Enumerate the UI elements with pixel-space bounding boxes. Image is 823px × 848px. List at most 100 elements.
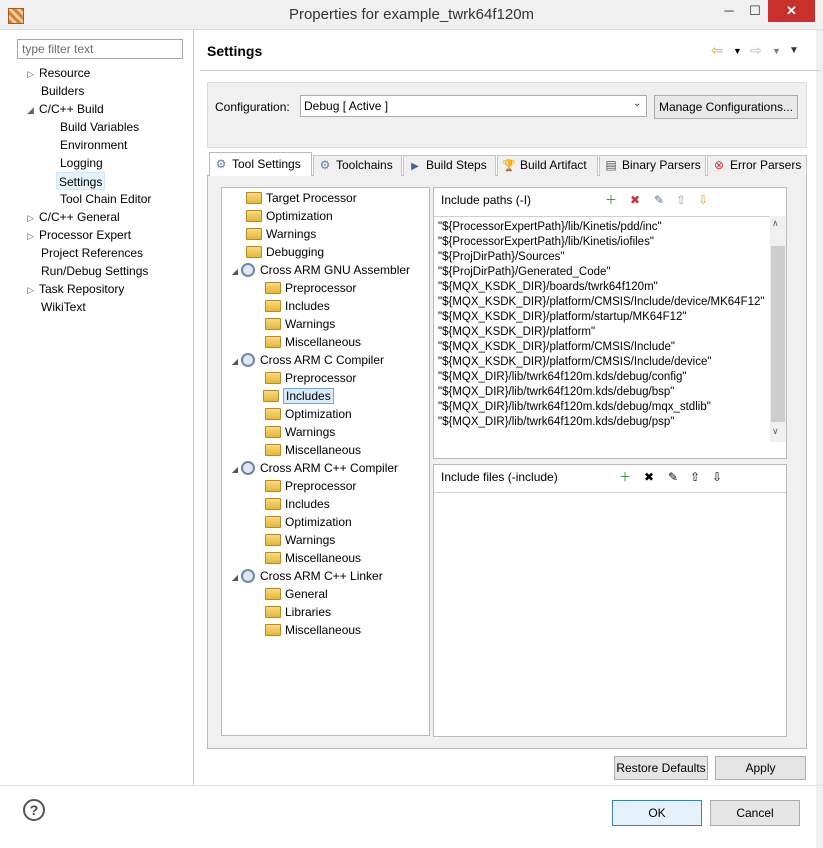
tree-item-selected[interactable]: Includes (263, 387, 334, 405)
tab-build-steps[interactable]: ▶ Build Steps (403, 155, 496, 176)
back-arrow-icon[interactable]: ⇦ (711, 42, 723, 59)
list-item[interactable]: "${MQX_KSDK_DIR}/platform/startup/MK64F1… (438, 310, 770, 325)
nav-item-environment[interactable]: Environment (60, 136, 127, 154)
include-paths-list[interactable]: "${ProcessorExpertPath}/lib/Kinetis/pdd/… (434, 216, 770, 457)
tree-group-assembler[interactable]: ◢ Cross ARM GNU Assembler (229, 261, 410, 279)
nav-item-wikitext[interactable]: WikiText (41, 298, 86, 316)
tab-build-artifact[interactable]: 🏆 Build Artifact (497, 155, 598, 176)
filter-input[interactable] (17, 39, 183, 59)
collapse-icon[interactable]: ◢ (229, 353, 241, 371)
list-item[interactable]: "${MQX_KSDK_DIR}/platform/CMSIS/Include/… (438, 355, 770, 370)
tree-item[interactable]: Warnings (246, 225, 316, 243)
tree-group-cpp-linker[interactable]: ◢ Cross ARM C++ Linker (229, 567, 383, 585)
tree-item[interactable]: Miscellaneous (265, 441, 361, 459)
list-item[interactable]: "${MQX_DIR}/lib/twrk64f120m.kds/debug/ps… (438, 415, 770, 430)
nav-item-cpp-general[interactable]: ▷ C/C++ General (27, 208, 120, 226)
add-icon[interactable]: ＋ (617, 469, 633, 485)
nav-item-builders[interactable]: Builders (41, 82, 84, 100)
list-item[interactable]: "${ProcessorExpertPath}/lib/Kinetis/iofi… (438, 235, 770, 250)
nav-item-settings[interactable]: Settings (56, 172, 106, 190)
move-up-icon[interactable]: ⇧ (687, 469, 703, 485)
expand-icon[interactable]: ▷ (27, 281, 39, 299)
add-icon[interactable]: ＋ (603, 192, 619, 208)
list-item[interactable]: "${MQX_DIR}/lib/twrk64f120m.kds/debug/bs… (438, 385, 770, 400)
forward-history-menu-icon[interactable]: ▼ (772, 46, 781, 56)
delete-icon[interactable]: ✖ (627, 192, 643, 208)
tree-item[interactable]: Debugging (246, 243, 324, 261)
expand-icon[interactable]: ▷ (27, 65, 39, 83)
list-item[interactable]: "${MQX_KSDK_DIR}/platform/CMSIS/Include" (438, 340, 770, 355)
list-item[interactable]: "${MQX_DIR}/lib/twrk64f120m.kds/debug/co… (438, 370, 770, 385)
include-files-list[interactable] (434, 492, 786, 736)
list-item[interactable]: "${ProjDirPath}/Generated_Code" (438, 265, 770, 280)
move-up-icon[interactable]: ⇧ (673, 192, 689, 208)
ok-button[interactable]: OK (612, 800, 702, 826)
nav-item-resource[interactable]: ▷ Resource (27, 64, 90, 82)
tree-item[interactable]: Optimization (246, 207, 333, 225)
list-item[interactable]: "${MQX_DIR}/lib/twrk64f120m.kds/debug/mq… (438, 400, 770, 415)
tree-item[interactable]: General (265, 585, 328, 603)
nav-item-tool-chain-editor[interactable]: Tool Chain Editor (60, 190, 151, 208)
collapse-icon[interactable]: ◢ (229, 569, 241, 587)
nav-item-project-references[interactable]: Project References (41, 244, 143, 262)
minimize-button[interactable]: ─ (716, 0, 742, 22)
nav-item-build-variables[interactable]: Build Variables (60, 118, 139, 136)
scroll-up-icon[interactable]: ∧ (772, 218, 779, 229)
tab-toolchains[interactable]: ⚙ Toolchains (313, 155, 402, 176)
move-down-icon[interactable]: ⇩ (695, 192, 711, 208)
tree-item[interactable]: Includes (265, 495, 330, 513)
edit-icon[interactable]: ✎ (665, 469, 681, 485)
tab-error-parsers[interactable]: ⊗ Error Parsers (707, 155, 807, 176)
nav-item-processor-expert[interactable]: ▷ Processor Expert (27, 226, 131, 244)
tree-item[interactable]: Libraries (265, 603, 331, 621)
tree-item[interactable]: Miscellaneous (265, 621, 361, 639)
tree-item-label: Miscellaneous (285, 551, 362, 565)
tree-item[interactable]: Warnings (265, 315, 335, 333)
move-down-icon[interactable]: ⇩ (709, 469, 725, 485)
help-icon[interactable]: ? (23, 799, 45, 821)
close-button[interactable]: ✕ (768, 0, 815, 22)
tree-group-c-compiler[interactable]: ◢ Cross ARM C Compiler (229, 351, 384, 369)
tree-item[interactable]: Optimization (265, 405, 352, 423)
tree-item[interactable]: Includes (265, 297, 330, 315)
list-item[interactable]: "${MQX_KSDK_DIR}/platform" (438, 325, 770, 340)
tree-item[interactable]: Miscellaneous (265, 333, 361, 351)
tab-tool-settings[interactable]: ⚙ Tool Settings (209, 152, 312, 176)
collapse-icon[interactable]: ◢ (229, 461, 241, 479)
manage-configurations-button[interactable]: Manage Configurations... (654, 95, 798, 119)
scroll-down-icon[interactable]: ∨ (772, 426, 779, 437)
list-item[interactable]: "${ProcessorExpertPath}/lib/Kinetis/pdd/… (438, 220, 770, 235)
list-item[interactable]: "${MQX_KSDK_DIR}/boards/twrk64f120m" (438, 280, 770, 295)
collapse-icon[interactable]: ◢ (27, 101, 39, 119)
tree-item[interactable]: Target Processor (246, 189, 357, 207)
restore-defaults-button[interactable]: Restore Defaults (614, 756, 708, 780)
list-item[interactable]: "${ProjDirPath}/Sources" (438, 250, 770, 265)
nav-item-logging[interactable]: Logging (60, 154, 103, 172)
expand-icon[interactable]: ▷ (27, 209, 39, 227)
tree-item[interactable]: Preprocessor (265, 369, 356, 387)
delete-icon[interactable]: ✖ (641, 469, 657, 485)
apply-button[interactable]: Apply (715, 756, 806, 780)
collapse-icon[interactable]: ◢ (229, 263, 241, 281)
maximize-button[interactable]: ☐ (742, 0, 768, 22)
nav-item-cpp-build[interactable]: ◢ C/C++ Build (27, 100, 104, 118)
nav-item-task-repository[interactable]: ▷ Task Repository (27, 280, 124, 298)
back-history-menu-icon[interactable]: ▼ (733, 46, 742, 56)
chevron-down-icon[interactable]: ⌄ (633, 98, 641, 109)
view-menu-icon[interactable]: ▼ (789, 45, 799, 56)
nav-item-run-debug-settings[interactable]: Run/Debug Settings (41, 262, 148, 280)
edit-icon[interactable]: ✎ (651, 192, 667, 208)
tree-item[interactable]: Optimization (265, 513, 352, 531)
scrollbar-thumb[interactable] (771, 246, 785, 422)
expand-icon[interactable]: ▷ (27, 227, 39, 245)
list-item[interactable]: "${MQX_KSDK_DIR}/platform/CMSIS/Include/… (438, 295, 770, 310)
tree-item[interactable]: Warnings (265, 423, 335, 441)
tree-item[interactable]: Preprocessor (265, 477, 356, 495)
tree-item[interactable]: Miscellaneous (265, 549, 361, 567)
tab-binary-parsers[interactable]: ▤ Binary Parsers (599, 155, 706, 176)
cancel-button[interactable]: Cancel (710, 800, 800, 826)
forward-arrow-icon[interactable]: ⇨ (750, 42, 762, 59)
tree-item[interactable]: Warnings (265, 531, 335, 549)
tree-item[interactable]: Preprocessor (265, 279, 356, 297)
tree-group-cpp-compiler[interactable]: ◢ Cross ARM C++ Compiler (229, 459, 398, 477)
